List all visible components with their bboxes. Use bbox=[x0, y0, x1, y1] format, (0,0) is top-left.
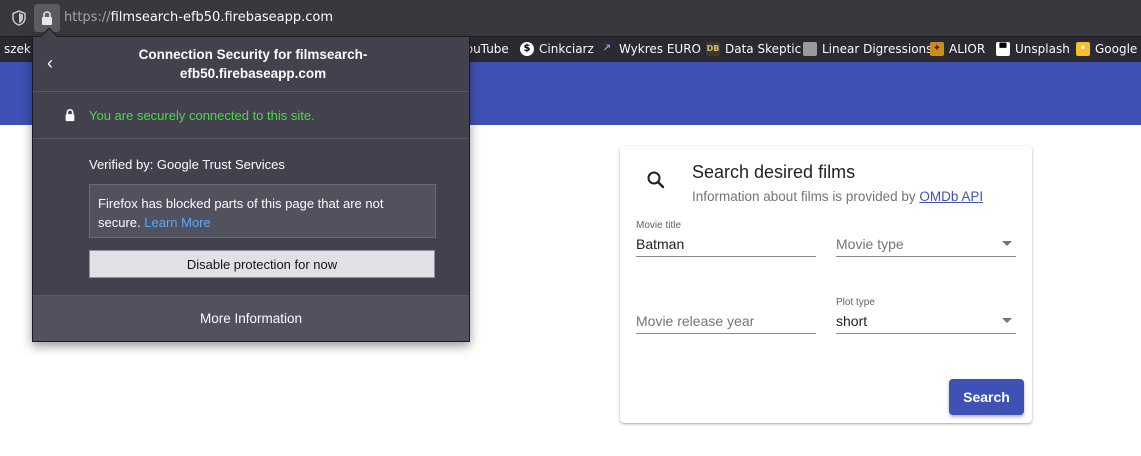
card-subtitle: Information about films is provided by O… bbox=[692, 189, 983, 204]
url-input[interactable]: https://filmsearch-efb50.firebaseapp.com bbox=[64, 10, 333, 25]
chart-icon: ↗ bbox=[602, 43, 612, 54]
learn-more-link[interactable]: Learn More bbox=[144, 215, 210, 230]
url-host: filmsearch-efb50.firebaseapp.com bbox=[110, 10, 334, 25]
bookmark-unsplash[interactable]: ▀ Unsplash bbox=[996, 42, 1070, 56]
camera-icon: ▀ bbox=[996, 42, 1010, 56]
field-underline bbox=[836, 333, 1016, 334]
secure-status-text: You are securely connected to this site. bbox=[89, 108, 315, 123]
connection-security-panel: ‹ Connection Security for filmsearch- ef… bbox=[32, 27, 470, 342]
card-title: Search desired films bbox=[692, 162, 856, 182]
dollar-icon: $ bbox=[520, 42, 534, 56]
back-chevron-icon[interactable]: ‹ bbox=[47, 53, 53, 74]
alior-icon: ✦ bbox=[930, 42, 944, 56]
bookmark-label: Data Skeptic bbox=[725, 42, 802, 56]
bookmark-item[interactable]: szek bbox=[4, 42, 31, 56]
field-underline bbox=[836, 256, 1016, 257]
bookmark-cinkciarz[interactable]: $ Cinkciarz bbox=[520, 42, 594, 56]
more-information-button[interactable]: More Information bbox=[33, 295, 469, 341]
field-underline bbox=[636, 333, 816, 334]
dropdown-arrow-icon bbox=[1002, 241, 1012, 246]
tracking-protection-shield-icon[interactable] bbox=[10, 9, 28, 27]
url-bar: https://filmsearch-efb50.firebaseapp.com bbox=[0, 0, 1141, 36]
release-year-field[interactable]: Movie release year bbox=[636, 297, 816, 334]
release-year-input[interactable]: Movie release year bbox=[636, 311, 816, 331]
plot-type-value: short bbox=[836, 313, 868, 329]
omdb-api-link[interactable]: OMDb API bbox=[919, 189, 983, 204]
search-icon bbox=[646, 170, 666, 194]
bookmark-label: Unsplash bbox=[1015, 42, 1070, 56]
bookmark-label: ALIOR bbox=[949, 42, 986, 56]
disable-protection-button[interactable]: Disable protection for now bbox=[89, 250, 435, 278]
plot-type-label: Plot type bbox=[836, 297, 875, 308]
secure-connection-row: You are securely connected to this site. bbox=[33, 93, 469, 139]
bookmark-label: Linear Digressions bbox=[822, 42, 933, 56]
search-card: Search desired films Information about f… bbox=[620, 146, 1032, 423]
bookmark-wykres-euro[interactable]: ↗ Wykres EURO bbox=[600, 42, 701, 56]
panel-header: ‹ Connection Security for filmsearch- ef… bbox=[33, 37, 469, 92]
bookmark-label: Wykres EURO bbox=[619, 42, 701, 56]
field-underline bbox=[636, 256, 816, 257]
movie-title-label: Movie title bbox=[636, 220, 682, 231]
search-button[interactable]: Search bbox=[949, 379, 1024, 415]
panel-title-line1: Connection Security for filmsearch- bbox=[138, 47, 368, 62]
bookmark-label: szek bbox=[4, 42, 31, 56]
warning-text: Firefox has blocked parts of this page t… bbox=[98, 196, 384, 230]
panel-title-line2: efb50.firebaseapp.com bbox=[179, 66, 327, 81]
panel-title: Connection Security for filmsearch- efb5… bbox=[93, 45, 413, 83]
mixed-content-warning: Firefox has blocked parts of this page t… bbox=[89, 184, 436, 238]
movie-type-select[interactable]: Movie type bbox=[836, 220, 1016, 257]
url-scheme: https:// bbox=[64, 10, 111, 25]
movie-title-field[interactable]: Movie title Batman bbox=[636, 220, 816, 257]
movie-type-placeholder: Movie type bbox=[836, 236, 904, 252]
plot-type-select[interactable]: Plot type short bbox=[836, 297, 1016, 334]
subtitle-text: Information about films is provided by bbox=[692, 189, 920, 204]
lock-icon bbox=[63, 108, 77, 127]
cube-icon bbox=[803, 42, 817, 56]
keep-icon: • bbox=[1076, 42, 1090, 56]
dropdown-arrow-icon bbox=[1002, 318, 1012, 323]
bookmark-google-keep[interactable]: • Google K bbox=[1076, 42, 1141, 56]
db-icon: DB bbox=[706, 42, 720, 56]
bookmark-label: Cinkciarz bbox=[539, 42, 594, 56]
bookmark-label: Google K bbox=[1095, 42, 1141, 56]
bookmark-alior[interactable]: ✦ ALIOR bbox=[930, 42, 985, 56]
bookmark-data-skeptic[interactable]: DB Data Skeptic bbox=[706, 42, 801, 56]
movie-title-input[interactable]: Batman bbox=[636, 234, 816, 254]
bookmark-linear-digressions[interactable]: Linear Digressions bbox=[803, 42, 932, 56]
verified-by-text: Verified by: Google Trust Services bbox=[89, 157, 285, 172]
